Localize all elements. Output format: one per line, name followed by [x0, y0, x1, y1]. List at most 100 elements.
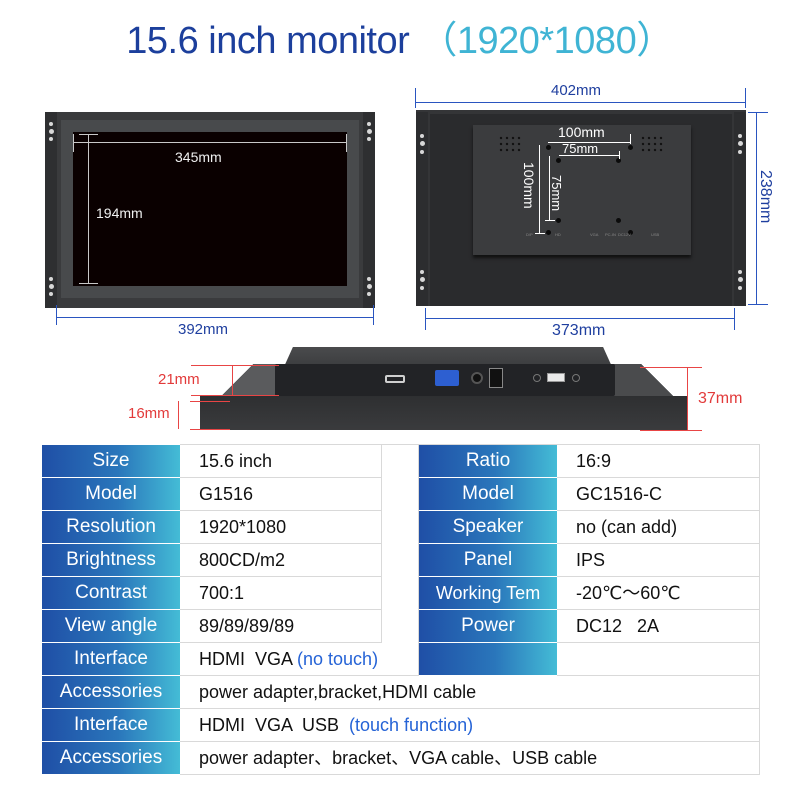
vesa-hole — [556, 158, 561, 163]
hdmi-port — [385, 375, 405, 383]
spec-label: Resolution — [42, 511, 180, 543]
button — [572, 374, 580, 382]
table-row: Accessories power adapter、bracket、VGA ca… — [42, 742, 760, 775]
port-label: PC-IN — [605, 232, 616, 237]
spec-label: Accessories — [42, 676, 180, 708]
side-bevel-left — [195, 364, 280, 396]
spec-value: 800CD/m2 — [180, 544, 382, 577]
electronics-enclosure: 100mm 75mm 100mm 75mm D/P HD VGA PC-IN D… — [473, 124, 691, 255]
spec-value: IPS — [557, 544, 760, 577]
table-row: Resolution 1920*1080 Speaker no (can add… — [42, 511, 760, 544]
dimension-line — [191, 395, 279, 396]
spec-label: Interface — [42, 709, 180, 741]
spec-value: -20℃～60℃ — [557, 577, 760, 610]
table-row: Size 15.6 inch Ratio 16:9 — [42, 445, 760, 478]
title-main: 15.6 inch monitor — [126, 20, 410, 62]
table-row: Interface HDMI VGA (no touch) — [42, 643, 760, 676]
spec-label: Working Tem — [419, 577, 557, 609]
dimension-tick — [748, 112, 768, 113]
dimension-line — [190, 429, 230, 430]
spec-label: Brightness — [42, 544, 180, 576]
audio-jack — [471, 372, 483, 384]
back-view-image: 100mm 75mm 100mm 75mm D/P HD VGA PC-IN D… — [416, 110, 746, 306]
spec-label: Model — [419, 478, 557, 510]
interface-value: HDMI VGA USB — [199, 715, 350, 735]
screen-width-label: 345mm — [175, 149, 222, 165]
usb-port — [547, 373, 565, 382]
vesa-hole — [616, 218, 621, 223]
spec-label-empty — [419, 643, 557, 675]
total-depth-label: 37mm — [698, 390, 743, 407]
spec-label: Power — [419, 610, 557, 642]
dimension-tick — [425, 308, 426, 330]
vesa-hole — [546, 230, 551, 235]
spec-value: no (can add) — [557, 511, 760, 544]
dimension-tick — [745, 88, 746, 108]
port-label: D/P — [526, 232, 533, 237]
vesa-hole — [556, 218, 561, 223]
table-row: Accessories power adapter,bracket,HDMI c… — [42, 676, 760, 709]
table-row: Model G1516 Model GC1516-C — [42, 478, 760, 511]
vesa-outer-vertical-label: 100mm — [521, 162, 537, 209]
interface-note: (touch function) — [349, 715, 474, 735]
button — [533, 374, 541, 382]
io-depth-label: 21mm — [158, 371, 200, 388]
spec-label: Size — [42, 445, 180, 477]
mounting-ear-right — [363, 112, 375, 308]
vesa-hole — [628, 145, 633, 150]
screen-height-label: 194mm — [96, 205, 143, 221]
mounting-ear-right — [734, 112, 746, 306]
spec-label: Ratio — [419, 445, 557, 477]
vesa-inner-horizontal-label: 75mm — [562, 141, 599, 156]
dimension-line — [178, 401, 179, 429]
port-label: DC12V — [618, 232, 631, 237]
spec-label: Contrast — [42, 577, 180, 609]
dc-power-jack — [489, 368, 503, 388]
vesa-inner-vertical-label: 75mm — [549, 175, 564, 212]
front-width-dimension-line — [56, 317, 374, 318]
spec-label: Accessories — [42, 742, 180, 774]
side-frame — [200, 396, 688, 430]
io-panel — [275, 364, 615, 396]
front-view-image: 345mm 194mm — [45, 112, 375, 308]
mounting-ear-left — [416, 112, 428, 306]
frame-depth-label: 16mm — [128, 405, 170, 422]
port-label: VGA — [590, 232, 599, 237]
front-width-label: 392mm — [178, 321, 229, 338]
speaker-vent — [498, 135, 522, 153]
back-height-label: 238mm — [757, 170, 774, 224]
spec-label: View angle — [42, 610, 180, 642]
spec-value: HDMI VGA USB (touch function) — [180, 709, 760, 742]
display-screen: 345mm 194mm — [73, 132, 347, 286]
back-overall-width-label: 402mm — [551, 82, 602, 99]
dimension-line — [687, 367, 688, 430]
side-bevel-right — [612, 364, 702, 396]
dimension-line — [190, 401, 230, 402]
dimension-line — [191, 365, 279, 366]
spec-value: 89/89/89/89 — [180, 610, 382, 643]
spec-value: GC1516-C — [557, 478, 760, 511]
page-title: 15.6 inch monitor （1920*1080） — [0, 16, 800, 66]
dimension-tick — [415, 88, 416, 108]
dimension-tick — [56, 305, 57, 325]
spec-value: power adapter,bracket,HDMI cable — [180, 676, 760, 709]
port-label: HD — [555, 232, 561, 237]
table-row: Brightness 800CD/m2 Panel IPS — [42, 544, 760, 577]
table-row: View angle 89/89/89/89 Power DC12 2A — [42, 610, 760, 643]
spec-label: Interface — [42, 643, 180, 675]
dimension-line — [232, 365, 233, 395]
spec-value: 700:1 — [180, 577, 382, 610]
back-overall-width-line — [415, 102, 746, 103]
dimension-tick — [734, 308, 735, 330]
spec-value: power adapter、bracket、VGA cable、USB cabl… — [180, 742, 760, 775]
back-body-width-line — [425, 318, 735, 319]
dimension-tick — [748, 304, 768, 305]
spec-value: 1920*1080 — [180, 511, 382, 544]
port-label: USB — [651, 232, 660, 237]
interface-note: (no touch) — [297, 649, 379, 669]
interface-value: HDMI VGA — [199, 649, 298, 669]
dimension-tick — [373, 305, 374, 325]
spec-value-empty — [557, 643, 760, 676]
dimension-line — [640, 367, 702, 368]
spec-value: G1516 — [180, 478, 382, 511]
